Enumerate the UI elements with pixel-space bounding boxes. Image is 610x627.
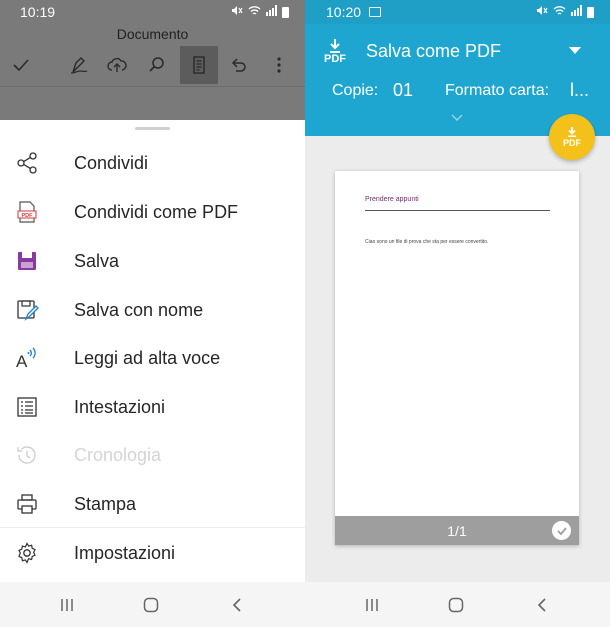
menu-item-cronologia: Cronologia bbox=[0, 431, 305, 479]
home-icon[interactable] bbox=[140, 594, 162, 616]
preview-body-text: Ciao sono un file di prova che sta per e… bbox=[365, 239, 489, 245]
sheet-drag-handle[interactable] bbox=[135, 127, 170, 130]
pen-icon[interactable] bbox=[60, 46, 98, 84]
menu-item-salva-con-nome[interactable]: Salva con nome bbox=[0, 286, 305, 334]
page-selected-check-icon[interactable] bbox=[552, 521, 571, 540]
document-title: Documento bbox=[116, 26, 189, 42]
menu-item-label: Stampa bbox=[74, 493, 137, 514]
menu-item-intestazioni[interactable]: Intestazioni bbox=[0, 383, 305, 431]
print-icon bbox=[14, 491, 40, 517]
signal-icon bbox=[571, 5, 582, 19]
wifi-icon bbox=[248, 5, 261, 19]
menu-item-label: Intestazioni bbox=[74, 396, 166, 417]
check-icon[interactable] bbox=[2, 46, 40, 84]
more-vertical-icon[interactable] bbox=[260, 46, 298, 84]
android-nav-bar bbox=[0, 582, 305, 627]
paper-size-label: Formato carta: bbox=[445, 82, 550, 99]
copies-label: Copie: bbox=[332, 82, 379, 99]
document-view-icon[interactable] bbox=[180, 46, 218, 84]
printer-select[interactable]: Salva come PDF bbox=[366, 41, 501, 62]
svg-text:A: A bbox=[16, 352, 28, 370]
menu-item-label: Condividi come PDF bbox=[74, 201, 239, 222]
back-icon[interactable] bbox=[531, 594, 553, 616]
right-phone-screen: 10:20 PDF Salva come PDF Copie: 01 Forma… bbox=[305, 0, 610, 627]
battery-icon bbox=[282, 6, 289, 18]
menu-item-salva[interactable]: Salva bbox=[0, 237, 305, 285]
save-as-icon bbox=[14, 297, 40, 323]
settings-icon bbox=[14, 540, 40, 566]
status-time: 10:20 bbox=[326, 4, 362, 20]
menu-item-label: Condividi bbox=[74, 152, 149, 173]
undo-icon[interactable] bbox=[219, 46, 257, 84]
status-bar: 10:20 bbox=[305, 0, 610, 24]
fab-label: PDF bbox=[563, 138, 581, 148]
menu-item-label: Impostazioni bbox=[74, 542, 176, 563]
status-icons bbox=[231, 5, 289, 19]
search-icon[interactable] bbox=[138, 46, 176, 84]
recents-icon[interactable] bbox=[56, 594, 78, 616]
share-icon bbox=[14, 150, 40, 176]
mute-icon bbox=[536, 5, 548, 19]
expand-options-chevron-icon[interactable] bbox=[450, 112, 464, 122]
toolbar-divider bbox=[0, 86, 305, 87]
menu-item-label: Leggi ad alta voce bbox=[74, 347, 221, 368]
menu-item-condividi[interactable]: Condividi bbox=[0, 139, 305, 187]
cloud-upload-icon[interactable] bbox=[98, 46, 136, 84]
download-icon bbox=[568, 127, 576, 137]
status-left: 10:20 bbox=[326, 4, 382, 20]
page-preview[interactable]: Prendere appunti Ciao sono un file di pr… bbox=[335, 171, 579, 545]
menu-divider bbox=[0, 527, 305, 528]
status-bar: 10:19 bbox=[0, 0, 305, 24]
share-pdf-icon: PDF bbox=[14, 199, 40, 225]
menu-item-label: Salva con nome bbox=[74, 299, 204, 320]
home-icon[interactable] bbox=[445, 594, 467, 616]
menu-item-label: Cronologia bbox=[74, 444, 162, 465]
back-icon[interactable] bbox=[226, 594, 248, 616]
wifi-icon bbox=[553, 5, 566, 19]
menu-item-label: Salva bbox=[74, 250, 120, 271]
bottom-sheet-menu: Condividi PDF Condividi come PDF Salva S… bbox=[0, 120, 305, 582]
svg-text:PDF: PDF bbox=[22, 213, 34, 219]
document-toolbar bbox=[0, 46, 305, 84]
headings-icon bbox=[14, 394, 40, 420]
save-pdf-fab[interactable]: PDF bbox=[549, 114, 595, 160]
history-icon bbox=[14, 442, 40, 468]
status-time: 10:19 bbox=[20, 4, 56, 20]
menu-item-leggi-ad-alta-voce[interactable]: A Leggi ad alta voce bbox=[0, 334, 305, 382]
read-aloud-icon: A bbox=[14, 345, 40, 371]
preview-footer: 1/1 bbox=[335, 516, 579, 545]
save-icon bbox=[14, 248, 40, 274]
menu-item-condividi-pdf[interactable]: PDF Condividi come PDF bbox=[0, 188, 305, 236]
image-notification-icon bbox=[369, 7, 382, 17]
preview-heading-rule bbox=[365, 210, 550, 211]
menu-item-stampa[interactable]: Stampa bbox=[0, 480, 305, 528]
page-counter: 1/1 bbox=[447, 523, 467, 539]
mute-icon bbox=[231, 5, 243, 19]
left-phone-screen: 10:19 Documento Condividi PDF Condividi … bbox=[0, 0, 305, 627]
menu-item-impostazioni[interactable]: Impostazioni bbox=[0, 529, 305, 577]
battery-icon bbox=[587, 6, 594, 18]
paper-size-value[interactable]: l... bbox=[570, 80, 589, 101]
status-icons bbox=[536, 5, 594, 19]
copies-input[interactable]: 01 bbox=[393, 80, 413, 101]
pdf-download-icon: PDF bbox=[321, 38, 349, 68]
recents-icon[interactable] bbox=[361, 594, 383, 616]
preview-heading: Prendere appunti bbox=[365, 196, 419, 203]
android-nav-bar bbox=[305, 582, 610, 627]
pdf-icon-label: PDF bbox=[324, 53, 346, 65]
signal-icon bbox=[266, 5, 277, 19]
dropdown-arrow-icon[interactable] bbox=[569, 47, 581, 54]
